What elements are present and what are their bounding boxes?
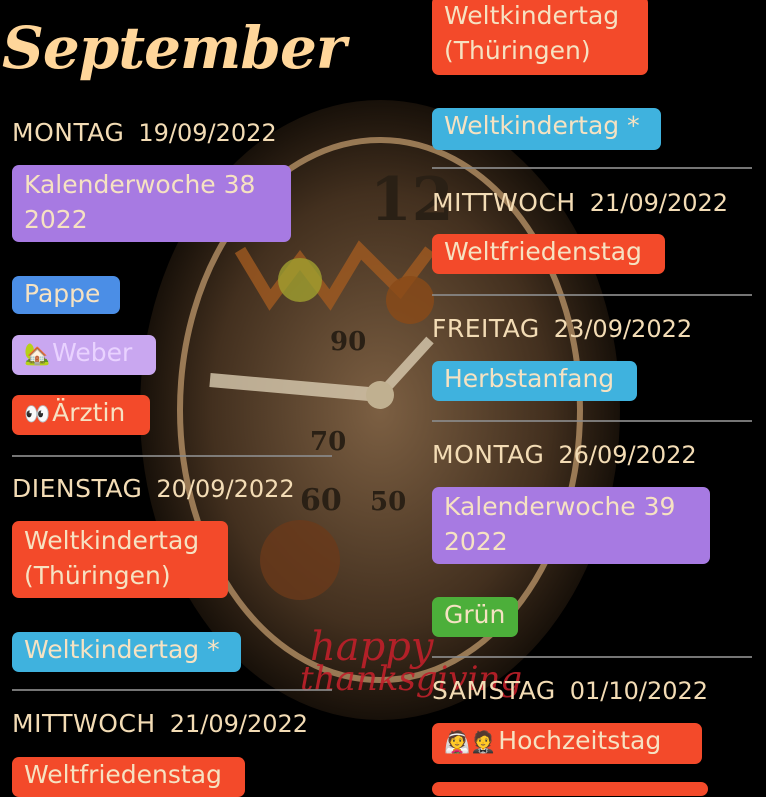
svg-text:50: 50 xyxy=(370,487,406,517)
day-header-wednesday: MITTWOCH 21/09/2022 xyxy=(432,188,728,217)
divider xyxy=(432,656,752,658)
event-label: Weber xyxy=(52,338,133,367)
event-label: Weltkindertag (Thüringen) xyxy=(444,1,620,65)
event-label: Herbstanfang xyxy=(444,364,615,393)
day-date: 23/09/2022 xyxy=(553,315,693,343)
eyes-icon: 👀 xyxy=(24,401,51,426)
day-name: MONTAG xyxy=(12,118,125,147)
divider xyxy=(12,689,332,691)
day-name: FREITAG xyxy=(432,314,540,343)
day-date: 21/09/2022 xyxy=(589,189,729,217)
day-header-monday: MONTAG 19/09/2022 xyxy=(12,118,277,147)
event-label: Weltkindertag * xyxy=(444,111,640,140)
svg-text:90: 90 xyxy=(330,327,366,357)
event-partial-next[interactable] xyxy=(432,782,708,796)
event-label: Weltkindertag (Thüringen) xyxy=(24,526,200,590)
event-weltkindertag-thueringen[interactable]: Weltkindertag (Thüringen) xyxy=(432,0,648,75)
day-header-tuesday: DIENSTAG 20/09/2022 xyxy=(12,474,295,503)
day-date: 19/09/2022 xyxy=(138,119,277,147)
event-weltkindertag-thueringen[interactable]: Weltkindertag (Thüringen) xyxy=(12,521,228,598)
event-label: Ärztin xyxy=(52,398,126,427)
event-label: Pappe xyxy=(24,279,101,308)
event-herbstanfang[interactable]: Herbstanfang xyxy=(432,361,637,401)
day-header-monday: MONTAG 26/09/2022 xyxy=(432,440,697,469)
svg-text:70: 70 xyxy=(310,427,346,457)
divider xyxy=(12,455,332,457)
event-gruen[interactable]: Grün xyxy=(432,597,518,637)
event-label: Weltfriedenstag xyxy=(24,760,222,789)
day-date: 01/10/2022 xyxy=(569,677,709,705)
day-name: MONTAG xyxy=(432,440,545,469)
day-date: 20/09/2022 xyxy=(156,475,295,503)
event-aerztin[interactable]: 👀Ärztin xyxy=(12,395,150,435)
event-weltkindertag[interactable]: Weltkindertag * xyxy=(12,632,241,672)
day-header-wednesday: MITTWOCH 21/09/2022 xyxy=(12,709,308,738)
event-weltkindertag[interactable]: Weltkindertag * xyxy=(432,108,661,150)
event-label: Weltfriedenstag xyxy=(444,237,642,266)
event-label: Grün xyxy=(444,600,506,629)
day-date: 21/09/2022 xyxy=(169,710,309,738)
event-label: Weltkindertag * xyxy=(24,635,220,664)
divider xyxy=(432,420,752,422)
event-kalenderwoche-38[interactable]: Kalenderwoche 38 2022 xyxy=(12,165,291,242)
svg-text:60: 60 xyxy=(300,483,342,518)
house-with-tree-icon: 🏡 xyxy=(24,341,51,366)
divider xyxy=(432,294,752,296)
event-weltfriedenstag[interactable]: Weltfriedenstag xyxy=(432,234,665,274)
day-name: MITTWOCH xyxy=(432,188,576,217)
month-title: September xyxy=(2,14,346,82)
day-header-saturday: SAMSTAG 01/10/2022 xyxy=(432,676,708,705)
bride-and-groom-icon: 👰🤵 xyxy=(444,729,497,754)
day-header-friday: FREITAG 23/09/2022 xyxy=(432,314,692,343)
event-label: Kalenderwoche 38 2022 xyxy=(24,170,256,234)
day-name: DIENSTAG xyxy=(12,474,143,503)
event-label: Hochzeitstag xyxy=(498,726,662,755)
day-name: SAMSTAG xyxy=(432,676,556,705)
day-name: MITTWOCH xyxy=(12,709,156,738)
day-date: 26/09/2022 xyxy=(558,441,697,469)
divider xyxy=(432,167,752,169)
event-weber[interactable]: 🏡Weber xyxy=(12,335,156,375)
event-label: Kalenderwoche 39 2022 xyxy=(444,492,676,556)
event-kalenderwoche-39[interactable]: Kalenderwoche 39 2022 xyxy=(432,487,710,564)
event-weltfriedenstag[interactable]: Weltfriedenstag xyxy=(12,757,245,797)
event-pappe[interactable]: Pappe xyxy=(12,276,120,314)
event-hochzeitstag[interactable]: 👰🤵Hochzeitstag xyxy=(432,723,702,764)
